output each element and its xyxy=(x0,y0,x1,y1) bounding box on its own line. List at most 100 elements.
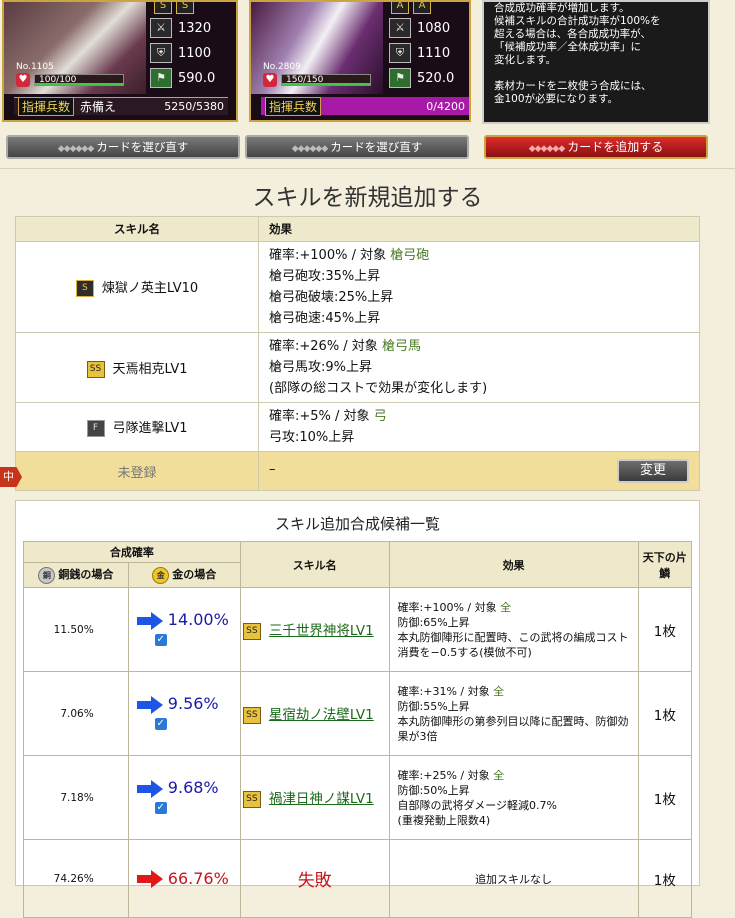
add-card-button[interactable]: ◆◆◆◆◆◆ カードを追加する xyxy=(484,135,708,159)
heart-icon: ♥ xyxy=(16,73,30,87)
count-cell: 1枚 xyxy=(637,839,693,918)
command-label: 指揮兵数 xyxy=(265,96,322,116)
col-effect: 効果 xyxy=(258,216,700,242)
command-value: 5250/5380 xyxy=(164,100,224,113)
col-gold: 金金の場合 xyxy=(127,562,241,588)
checkbox[interactable]: ✓ xyxy=(154,634,167,647)
command-bar: 指揮兵数 0/4200 xyxy=(261,96,469,116)
info-line: 超える場合は、各合成成功率が、 xyxy=(494,28,651,40)
effect-line: 弓攻:10%上昇 xyxy=(269,430,355,445)
checkbox[interactable]: ✓ xyxy=(154,718,167,731)
effect-line: 防御:65%上昇 xyxy=(397,615,470,629)
skill-rank-badges: A A xyxy=(391,2,431,14)
shield-icon: ⛨ xyxy=(389,43,411,63)
unit-type: 赤備え xyxy=(80,100,117,114)
count-cell: 1枚 xyxy=(637,671,693,756)
effect-line: 槍弓馬攻:9%上昇 xyxy=(269,360,373,375)
effect-cell: 確率:+100% / 対象 全 防御:65%上昇 本丸防御陣形に配置時、この武将… xyxy=(388,587,639,672)
change-button[interactable]: 変更 xyxy=(617,459,689,483)
flag-icon: ⚑ xyxy=(150,68,172,88)
effect-line: 確率:+100% / 対象 全 xyxy=(397,600,512,614)
info-line: 「候補成功率／全体成功率」に xyxy=(494,41,641,53)
info-line: 合成成功確率が増加します。 xyxy=(494,2,630,14)
effect-line: 確率:+25% / 対象 全 xyxy=(397,768,505,782)
sword-icon: ⚔ xyxy=(150,18,172,38)
effect-line: 本丸防御陣形の第参列目以降に配置時、防御効果が3倍 xyxy=(397,714,629,743)
shield-icon: ⛨ xyxy=(150,43,172,63)
gold-rate-cell: 9.68%✓ xyxy=(127,755,241,840)
rank-s-icon: S xyxy=(75,280,94,297)
table-row: SS 天焉相克LV1 確率:+26% / 対象 槍弓馬 槍弓馬攻:9%上昇 (部隊… xyxy=(15,332,700,403)
skill-link[interactable]: 三千世界神将LV1 xyxy=(269,623,374,639)
table-row: 7.18% 9.68%✓ SS 禍津日神ノ謀LV1 確率:+25% / 対象 全 … xyxy=(23,755,693,840)
effect-line: 確率:+31% / 対象 全 xyxy=(397,684,505,698)
effect-line: 槍弓砲破壊:25%上昇 xyxy=(269,290,394,305)
card-number: No.2809 xyxy=(263,62,301,72)
effect-line: 槍弓砲攻:35%上昇 xyxy=(269,269,381,284)
col-effect: 効果 xyxy=(388,541,639,588)
material-card-1[interactable]: S S ⚔ 1320 ⛨ 1100 ⚑ 590.0 No.1105 ♥ 100/100… xyxy=(2,0,238,122)
info-line: 候補スキルの合計成功率が100%を xyxy=(494,15,661,27)
rank-ss-icon: SS xyxy=(242,623,261,640)
reselect-card-1-button[interactable]: ◆◆◆◆◆◆ カードを選び直す xyxy=(6,135,240,159)
sword-icon: ⚔ xyxy=(389,18,411,38)
command-value: 0/4200 xyxy=(426,99,465,113)
dots-decoration: ◆◆◆◆◆◆ xyxy=(57,144,95,154)
fail-row: 74.26% 66.76% 失敗 追加スキルなし 1枚 xyxy=(23,839,693,918)
card-number: No.1105 xyxy=(16,62,54,72)
skill-name-cell: SS 星宿劫ノ法壁LV1 xyxy=(239,671,390,756)
rank-f-icon: F xyxy=(86,420,105,437)
rank-badge: S xyxy=(154,2,172,14)
material-card-2[interactable]: A A ⚔ 1080 ⛨ 1110 ⚑ 520.0 No.2809 ♥ 150/150… xyxy=(249,0,471,122)
no-skill-text: 追加スキルなし xyxy=(388,839,639,918)
copper-rate: 11.50% xyxy=(23,587,129,672)
info-line xyxy=(494,67,698,80)
hp-display: ♥ 100/100 xyxy=(16,73,124,87)
candidates-panel: スキル追加合成候補一覧 合成確率 スキル名 効果 天下の片鱗 銅銅銭の場合 金金… xyxy=(15,500,700,918)
skill-link[interactable]: 禍津日神ノ謀LV1 xyxy=(269,791,374,807)
hp-bar: 100/100 xyxy=(34,74,124,86)
hp-bar: 150/150 xyxy=(281,74,371,86)
stat-speed: ⚑ 520.0 xyxy=(389,68,454,88)
rank-badge: S xyxy=(176,2,194,14)
col-count: 天下の片鱗 xyxy=(637,541,693,588)
col-skill-name: スキル名 xyxy=(239,541,390,588)
col-copper: 銅銅銭の場合 xyxy=(23,562,129,588)
flag-icon: ⚑ xyxy=(389,68,411,88)
rank-badge: A xyxy=(413,2,431,14)
copper-rate: 74.26% xyxy=(23,839,129,918)
card-area: S S ⚔ 1320 ⛨ 1100 ⚑ 590.0 No.1105 ♥ 100/100… xyxy=(0,0,735,130)
gold-rate-cell: 9.56%✓ xyxy=(127,671,241,756)
skills-table: スキル名 効果 S 煉獄ノ英主LV10 確率:+100% / 対象 槍弓砲 槍弓砲… xyxy=(15,216,700,491)
gold-coin-icon: 金 xyxy=(152,566,170,584)
skill-effect-cell: 確率:+100% / 対象 槍弓砲 槍弓砲攻:35%上昇 槍弓砲破壊:25%上昇… xyxy=(258,241,700,333)
effect-line: 防御:50%上昇 xyxy=(397,783,470,797)
count-cell: 1枚 xyxy=(637,587,693,672)
effect-line: 本丸防御陣形に配置時、この武将の編成コスト消費を−0.5する(模倣不可) xyxy=(397,630,629,659)
unregistered-label: 未登録 xyxy=(15,451,259,491)
fail-label: 失敗 xyxy=(239,839,390,918)
gold-rate-cell: 66.76% xyxy=(127,839,241,918)
info-line: 素材カードを二枚使う合成には、 xyxy=(494,80,652,92)
stat-attack: ⚔ 1080 xyxy=(389,18,450,38)
command-bar: 指揮兵数 赤備え 5250/5380 xyxy=(14,97,228,116)
effect-line: 防御:55%上昇 xyxy=(397,699,470,713)
heart-icon: ♥ xyxy=(263,73,277,87)
command-label: 指揮兵数 xyxy=(18,97,75,116)
divider xyxy=(0,168,735,169)
copper-rate: 7.18% xyxy=(23,755,129,840)
skill-link[interactable]: 星宿劫ノ法壁LV1 xyxy=(269,707,374,723)
rank-ss-icon: SS xyxy=(242,791,261,808)
col-rate: 合成確率 xyxy=(23,541,241,563)
info-line: 変化します。 xyxy=(494,54,556,66)
rank-ss-icon: SS xyxy=(86,360,105,378)
skill-name-cell: S 煉獄ノ英主LV10 xyxy=(15,241,259,333)
arrow-right-icon xyxy=(136,611,163,630)
skill-effect-cell: 確率:+5% / 対象 弓 弓攻:10%上昇 xyxy=(258,402,700,452)
unregistered-effect: – 変更 xyxy=(258,451,700,491)
checkbox[interactable]: ✓ xyxy=(154,802,167,815)
candidates-table: 合成確率 スキル名 効果 天下の片鱗 銅銅銭の場合 金金の場合 11.50% 1… xyxy=(23,541,693,918)
col-skill-name: スキル名 xyxy=(15,216,259,242)
reselect-card-2-button[interactable]: ◆◆◆◆◆◆ カードを選び直す xyxy=(245,135,469,159)
info-box: 合成成功確率が増加します。 候補スキルの合計成功率が100%を 超える場合は、各… xyxy=(482,0,710,124)
